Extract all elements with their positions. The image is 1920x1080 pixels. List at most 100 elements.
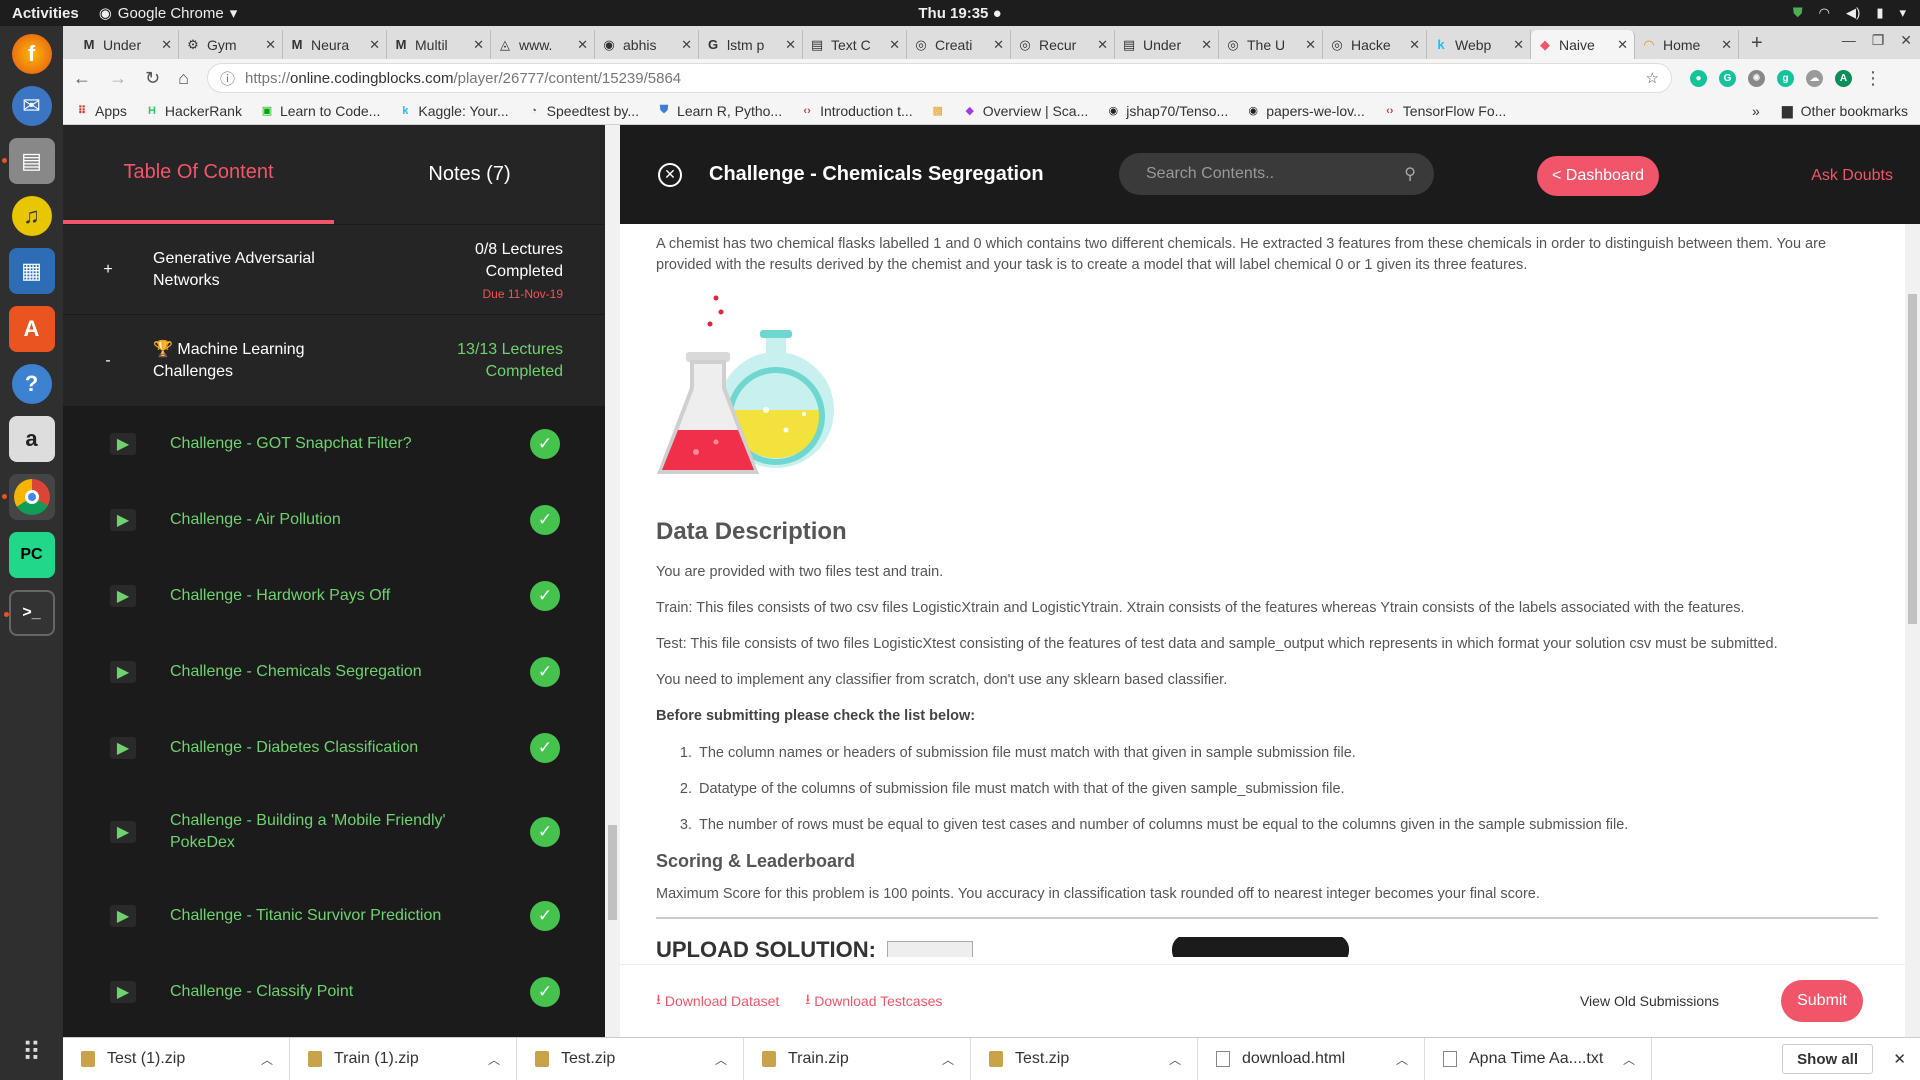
info-icon[interactable]: ⓘ — [220, 68, 235, 89]
play-icon[interactable]: ▶ — [110, 821, 136, 843]
bookmark-5[interactable]: ⛊ Learn R, Pytho... — [657, 103, 782, 119]
close-tab-icon[interactable]: ✕ — [1201, 37, 1212, 53]
bookmark-9[interactable]: ◉ jshap70/Tenso... — [1106, 103, 1228, 119]
thunderbird-icon[interactable]: ✉ — [11, 86, 52, 126]
back-icon[interactable]: ← — [73, 68, 91, 89]
bookmark-star-icon[interactable]: ☆ — [1646, 69, 1659, 87]
activities-button[interactable]: Activities — [12, 5, 79, 22]
ask-doubts-link[interactable]: Ask Doubts — [1811, 167, 1893, 185]
tab-4[interactable]: ◬ www. ✕ — [491, 30, 595, 59]
system-tray[interactable]: ⛊ ◠ ◀) ▮ ▾ — [1793, 5, 1906, 21]
bookmark-10[interactable]: ◉ papers-we-lov... — [1246, 103, 1364, 119]
chevron-up-icon[interactable]: ︿ — [261, 1051, 273, 1068]
close-tab-icon[interactable]: ✕ — [785, 37, 796, 53]
lecture-item[interactable]: ▶ Challenge - Diabetes Classification ✓ — [63, 710, 605, 786]
tab-table-of-content[interactable]: Table Of Content — [63, 125, 334, 224]
lecture-item[interactable]: ▶ Challenge - GOT Snapchat Filter? ✓ — [63, 406, 605, 482]
close-tab-icon[interactable]: ✕ — [161, 37, 172, 53]
play-icon[interactable]: ▶ — [110, 737, 136, 759]
scrollbar-thumb[interactable] — [608, 825, 617, 920]
new-tab-button[interactable]: + — [1739, 32, 1773, 59]
tab-10[interactable]: ▤ Under ✕ — [1115, 30, 1219, 59]
main-scrollbar[interactable] — [1905, 224, 1920, 1037]
tab-12[interactable]: ◎ Hacke ✕ — [1323, 30, 1427, 59]
grammarly-icon[interactable]: ● — [1689, 69, 1707, 87]
tab-7[interactable]: ▤ Text C ✕ — [803, 30, 907, 59]
chevron-up-icon[interactable]: ︿ — [942, 1051, 954, 1068]
close-icon[interactable]: ✕ — [1900, 32, 1912, 49]
other-bookmarks[interactable]: » ▆ Other bookmarks — [1752, 102, 1908, 119]
minimize-icon[interactable]: — — [1842, 32, 1856, 49]
tab-8[interactable]: ◎ Creati ✕ — [907, 30, 1011, 59]
tab-13[interactable]: k Webp ✕ — [1427, 30, 1531, 59]
rhythmbox-icon[interactable]: ♫ — [11, 196, 52, 236]
chevron-up-icon[interactable]: ︿ — [488, 1051, 500, 1068]
reload-icon[interactable]: ↻ — [145, 68, 160, 89]
dashboard-button[interactable]: < Dashboard — [1537, 156, 1660, 196]
lecture-item[interactable]: ▶ Challenge - Classify Point ✓ — [63, 954, 605, 1030]
close-tab-icon[interactable]: ✕ — [1305, 37, 1316, 53]
upload-button[interactable] — [1172, 937, 1349, 957]
bookmark-7[interactable]: ▩ — [931, 103, 945, 119]
pycharm-icon[interactable]: PC — [8, 532, 55, 578]
bookmark-3[interactable]: k Kaggle: Your... — [398, 103, 508, 119]
module-ml-challenges[interactable]: - 🏆 Machine Learning Challenges 13/13 Le… — [63, 314, 605, 406]
download-item[interactable]: Train.zip ︿ — [744, 1037, 971, 1080]
search-icon[interactable]: ⚲ — [1404, 164, 1416, 184]
app-menu[interactable]: ◉ Google Chrome ▾ — [99, 4, 238, 23]
close-tab-icon[interactable]: ✕ — [1513, 37, 1524, 53]
close-tab-icon[interactable]: ✕ — [265, 37, 276, 53]
chevron-up-icon[interactable]: ︿ — [1169, 1051, 1181, 1068]
bookmark-1[interactable]: H HackerRank — [145, 103, 242, 119]
module-gan[interactable]: + Generative Adversarial Networks 0/8 Le… — [63, 224, 605, 314]
chevron-up-icon[interactable]: ︿ — [1623, 1051, 1635, 1068]
download-item[interactable]: download.html ︿ — [1198, 1037, 1425, 1080]
lecture-item[interactable]: ▶ Challenge - Titanic Survivor Prediction… — [63, 878, 605, 954]
download-testcases-link[interactable]: ⭳ Download Testcases — [805, 989, 942, 1013]
home-icon[interactable]: ⌂ — [178, 68, 189, 89]
close-circle-icon[interactable]: ✕ — [658, 162, 682, 187]
play-icon[interactable]: ▶ — [110, 981, 136, 1003]
tab-6[interactable]: Glstm p ✕ — [699, 30, 803, 59]
play-icon[interactable]: ▶ — [110, 433, 136, 455]
download-item[interactable]: Test (1).zip ︿ — [63, 1037, 290, 1080]
tab-15[interactable]: ◠ Home ✕ — [1635, 30, 1739, 59]
close-tab-icon[interactable]: ✕ — [369, 37, 380, 53]
search-input[interactable]: Search Contents.. ⚲ — [1119, 153, 1434, 195]
submit-button[interactable]: Submit — [1781, 980, 1863, 1022]
address-bar[interactable]: ⓘ https://online.codingblocks.com/player… — [206, 63, 1672, 93]
bookmark-2[interactable]: ▣ Learn to Code... — [260, 103, 381, 119]
lecture-item[interactable]: ▶ Challenge - Building a 'Mobile Friendly… — [63, 786, 605, 878]
bookmark-0[interactable]: ⠿ Apps — [75, 103, 127, 119]
close-tab-icon[interactable]: ✕ — [681, 37, 692, 53]
play-icon[interactable]: ▶ — [110, 905, 136, 927]
show-applications-icon[interactable]: ⠿ — [22, 1037, 41, 1068]
close-tab-icon[interactable]: ✕ — [577, 37, 588, 53]
play-icon[interactable]: ▶ — [110, 585, 136, 607]
play-icon[interactable]: ▶ — [110, 661, 136, 683]
tab-9[interactable]: ◎ Recur ✕ — [1011, 30, 1115, 59]
lecture-item[interactable]: ▶ Challenge - Hardwork Pays Off ✓ — [63, 558, 605, 634]
chevron-up-icon[interactable]: ︿ — [715, 1051, 727, 1068]
tab-5[interactable]: ◉ abhis ✕ — [595, 30, 699, 59]
terminal-icon[interactable]: >_ — [3, 590, 55, 636]
forward-icon[interactable]: → — [109, 68, 127, 89]
chrome-dock-icon[interactable] — [1, 474, 55, 520]
profile-avatar[interactable]: A — [1834, 69, 1852, 87]
amazon-icon[interactable]: a — [8, 416, 55, 462]
close-icon[interactable]: ✕ — [1893, 1050, 1906, 1068]
close-tab-icon[interactable]: ✕ — [473, 37, 484, 53]
collapse-toggle[interactable]: - — [63, 352, 153, 370]
maximize-icon[interactable]: ❐ — [1872, 32, 1885, 49]
extension-g-icon[interactable]: G — [1718, 69, 1736, 87]
show-all-button[interactable]: Show all — [1782, 1044, 1873, 1074]
download-item[interactable]: Test.zip ︿ — [517, 1037, 744, 1080]
sidebar-scrollbar[interactable] — [605, 125, 620, 1037]
software-center-icon[interactable]: A — [8, 306, 55, 352]
play-icon[interactable]: ▶ — [110, 509, 136, 531]
download-item[interactable]: Train (1).zip ︿ — [290, 1037, 517, 1080]
close-tab-icon[interactable]: ✕ — [889, 37, 900, 53]
close-tab-icon[interactable]: ✕ — [1617, 37, 1628, 53]
clock[interactable]: Thu 19:35 ● — [918, 5, 1001, 22]
extension-badge-icon[interactable]: g — [1776, 69, 1794, 87]
